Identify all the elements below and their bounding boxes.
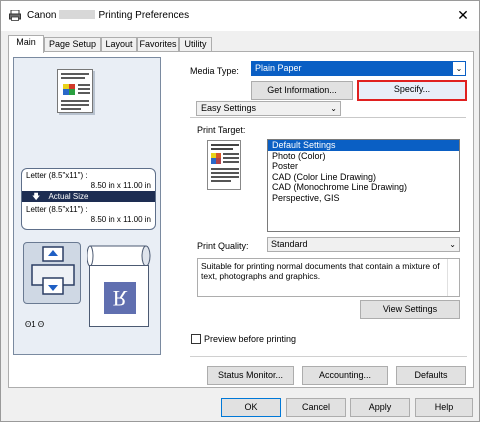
get-information-button[interactable]: Get Information... [251,81,353,100]
paper-source-icon [23,242,81,304]
title-bar: Canon Printing Preferences ✕ [1,1,479,31]
view-settings-button[interactable]: View Settings [360,300,460,319]
cancel-button[interactable]: Cancel [286,398,346,417]
chevron-down-icon: ⌄ [330,104,337,113]
title-name: Printing Preferences [98,10,190,21]
window-title: Canon Printing Preferences [27,10,189,21]
arrow-down-icon: 🡇 [32,192,41,201]
print-target-thumbnail [207,140,241,190]
document-size-value: 8.50 in x 11.00 in [90,181,151,190]
title-brand: Canon [27,10,57,21]
list-item[interactable]: Default Settings [268,140,459,151]
apply-button[interactable]: Apply [350,398,410,417]
description-box: Suitable for printing normal documents t… [197,258,460,297]
description-scrollbar[interactable] [447,259,459,296]
actual-size-bar: 🡇 Actual Size [22,191,155,202]
tab-main[interactable]: Main [8,35,44,53]
document-thumbnail-icon [211,144,239,182]
printing-preferences-window: Canon Printing Preferences ✕ Main Page Se… [0,0,480,422]
help-button[interactable]: Help [415,398,473,417]
close-button[interactable]: ✕ [455,7,471,23]
print-target-label: Print Target: [197,125,246,135]
paper-size-info: Letter (8.5"x11") : 8.50 in x 11.00 in 🡇… [21,168,156,230]
defaults-button[interactable]: Defaults [396,366,466,385]
description-text: Suitable for printing normal documents t… [201,261,440,281]
printer-icon [9,10,21,21]
output-size-value: 8.50 in x 11.00 in [90,215,151,224]
section-divider [190,356,467,357]
print-quality-select[interactable]: Standard ⌄ [267,237,460,252]
list-item[interactable]: CAD (Color Line Drawing) [268,172,459,183]
settings-mode-value: Easy Settings [201,103,257,113]
printer-source-icon [31,246,75,295]
media-type-select[interactable]: Plain Paper ⌄ [251,61,466,76]
copies-icon: ʘ1 ʘ [25,320,45,329]
preview-checkbox[interactable] [191,334,201,344]
tab-favorites[interactable]: Favorites [137,37,179,52]
print-quality-label: Print Quality: [197,241,249,251]
tab-utility[interactable]: Utility [179,37,212,52]
accounting-button[interactable]: Accounting... [302,366,388,385]
list-item[interactable]: Poster [268,161,459,172]
chevron-down-icon: ⌄ [449,240,456,249]
document-size-label: Letter (8.5"x11") : [26,171,88,180]
tab-page-setup[interactable]: Page Setup [44,37,101,52]
preview-checkbox-label[interactable]: Preview before printing [204,334,296,344]
ok-button[interactable]: OK [221,398,281,417]
redacted-model [59,10,96,19]
preview-image-icon [63,84,75,95]
document-preview [57,69,93,113]
tab-layout[interactable]: Layout [101,37,137,52]
print-quality-value: Standard [271,239,308,249]
chevron-down-icon: ⌄ [453,62,465,75]
list-item[interactable]: Perspective, GIS [268,193,459,204]
specify-button[interactable]: Specify... [357,80,467,101]
media-type-label: Media Type: [190,66,239,76]
actual-size-label: Actual Size [48,192,89,201]
print-target-list[interactable]: Default Settings Photo (Color) Poster CA… [267,139,460,232]
list-item[interactable]: CAD (Monochrome Line Drawing) [268,182,459,193]
output-size-label: Letter (8.5"x11") : [26,205,88,214]
group-divider [190,117,466,118]
settings-mode-select[interactable]: Easy Settings ⌄ [196,101,341,116]
media-type-value: Plain Paper [255,63,302,73]
list-item[interactable]: Photo (Color) [268,151,459,162]
orientation-glyph: R [104,282,136,314]
output-sheet-preview: R [89,265,149,327]
status-monitor-button[interactable]: Status Monitor... [207,366,294,385]
